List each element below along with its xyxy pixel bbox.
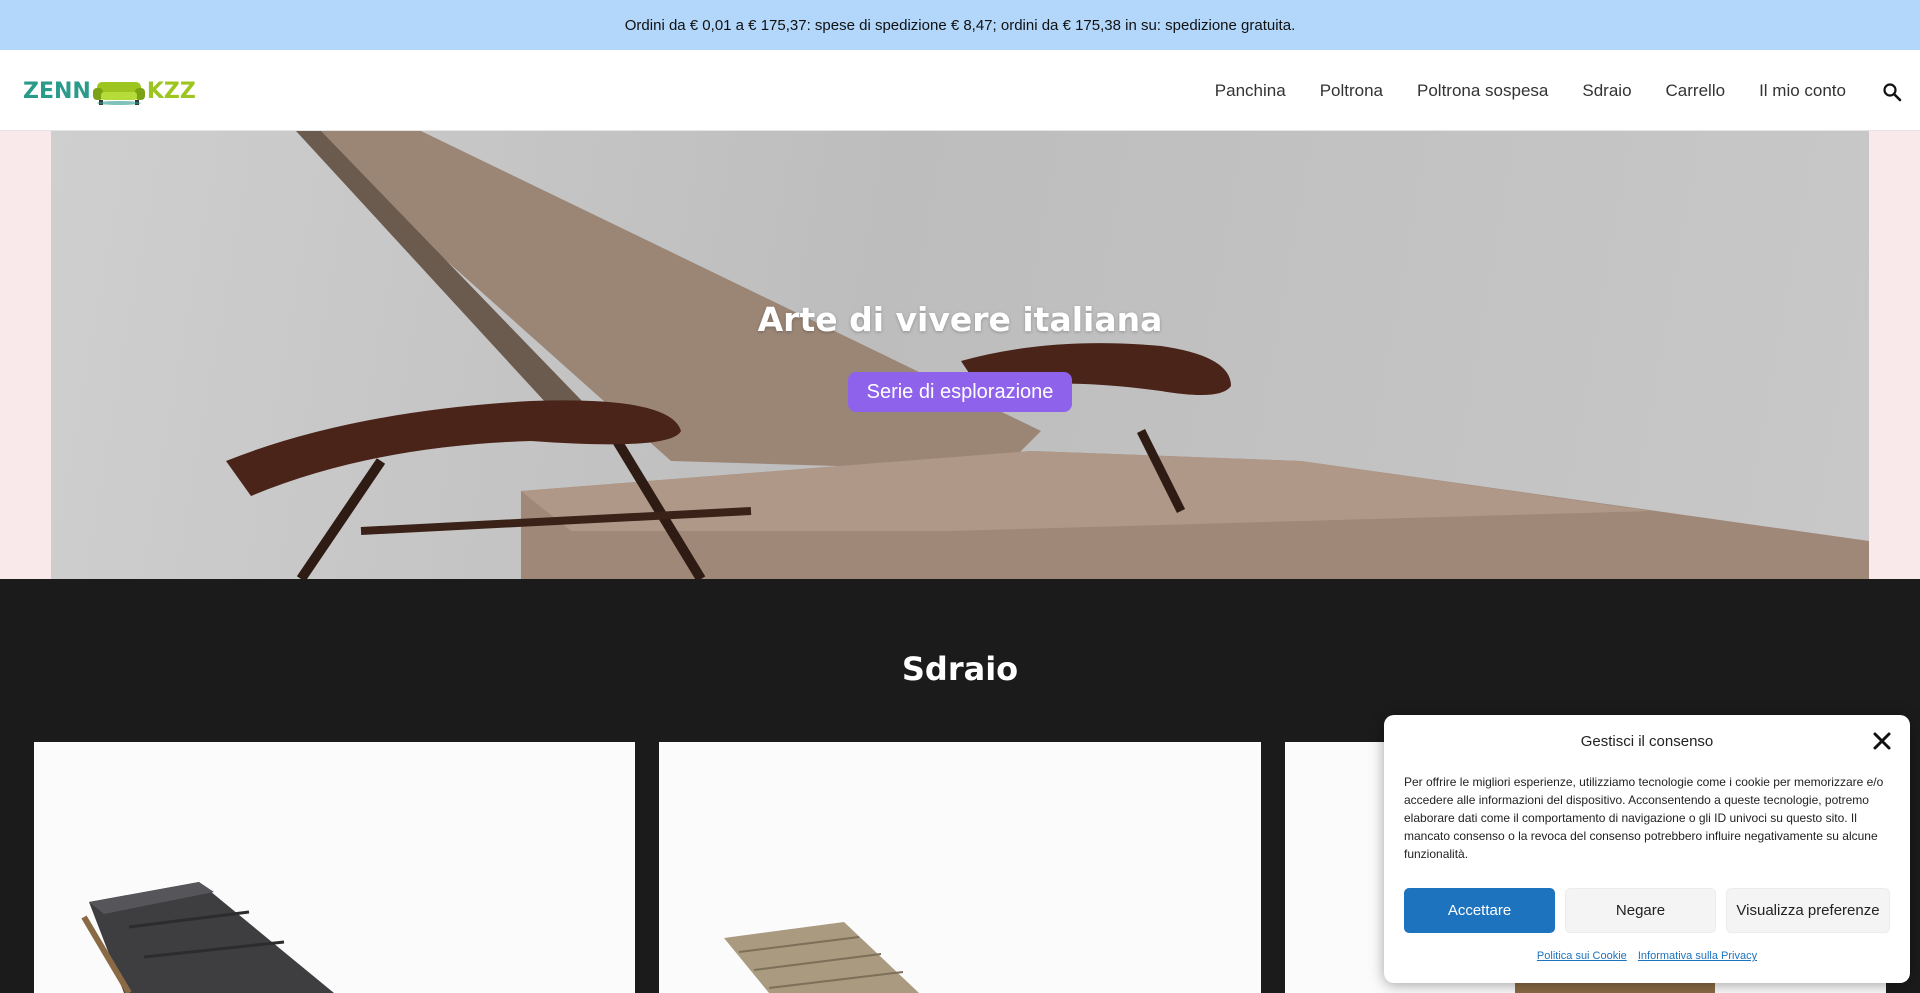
- nav-item-carrello[interactable]: Carrello: [1666, 81, 1726, 101]
- close-icon[interactable]: [1872, 731, 1892, 751]
- product-image: [81, 882, 334, 993]
- nav-item-poltrona[interactable]: Poltrona: [1320, 81, 1383, 101]
- nav-item-poltrona-sospesa[interactable]: Poltrona sospesa: [1417, 81, 1548, 101]
- view-preferences-button[interactable]: Visualizza preferenze: [1726, 888, 1890, 933]
- nav-item-sdraio[interactable]: Sdraio: [1582, 81, 1631, 101]
- nav-item-il-mio-conto[interactable]: Il mio conto: [1759, 81, 1846, 101]
- search-icon[interactable]: [1882, 82, 1902, 102]
- announcement-bar: Ordini da € 0,01 a € 175,37: spese di sp…: [0, 0, 1920, 50]
- consent-body: Per offrire le migliori esperienze, util…: [1404, 775, 1884, 861]
- consent-links: Politica sui Cookie Informativa sulla Pr…: [1384, 950, 1910, 962]
- deny-button[interactable]: Negare: [1565, 888, 1716, 933]
- sofa-logo-icon: [92, 82, 145, 105]
- hero-title: Arte di vivere italiana: [757, 300, 1163, 339]
- explore-series-button[interactable]: Serie di esplorazione: [848, 372, 1072, 412]
- privacy-policy-link[interactable]: Informativa sulla Privacy: [1638, 950, 1757, 962]
- hero-image: [51, 131, 1869, 579]
- logo-text-right: KZZ: [146, 78, 196, 104]
- cookie-policy-link[interactable]: Politica sui Cookie: [1537, 950, 1627, 962]
- site-header: ZENN KZZ Panchina Poltrona Poltrona sosp…: [0, 50, 1920, 131]
- product-card[interactable]: [34, 742, 635, 993]
- lounger-photo: [226, 131, 1869, 579]
- product-card[interactable]: [659, 742, 1261, 993]
- cookie-consent-dialog: Gestisci il consenso Per offrire le migl…: [1384, 715, 1910, 983]
- main-nav: Panchina Poltrona Poltrona sospesa Sdrai…: [1215, 50, 1846, 131]
- section-title: Sdraio: [901, 650, 1019, 688]
- nav-item-panchina[interactable]: Panchina: [1215, 81, 1286, 101]
- product-image: [724, 922, 919, 993]
- site-logo[interactable]: ZENN KZZ: [23, 74, 196, 108]
- announcement-text: Ordini da € 0,01 a € 175,37: spese di sp…: [624, 16, 1296, 34]
- hero-banner: [0, 131, 1920, 579]
- accept-button[interactable]: Accettare: [1404, 888, 1555, 933]
- logo-text-left: ZENN: [23, 78, 91, 104]
- consent-title: Gestisci il consenso: [1580, 733, 1714, 750]
